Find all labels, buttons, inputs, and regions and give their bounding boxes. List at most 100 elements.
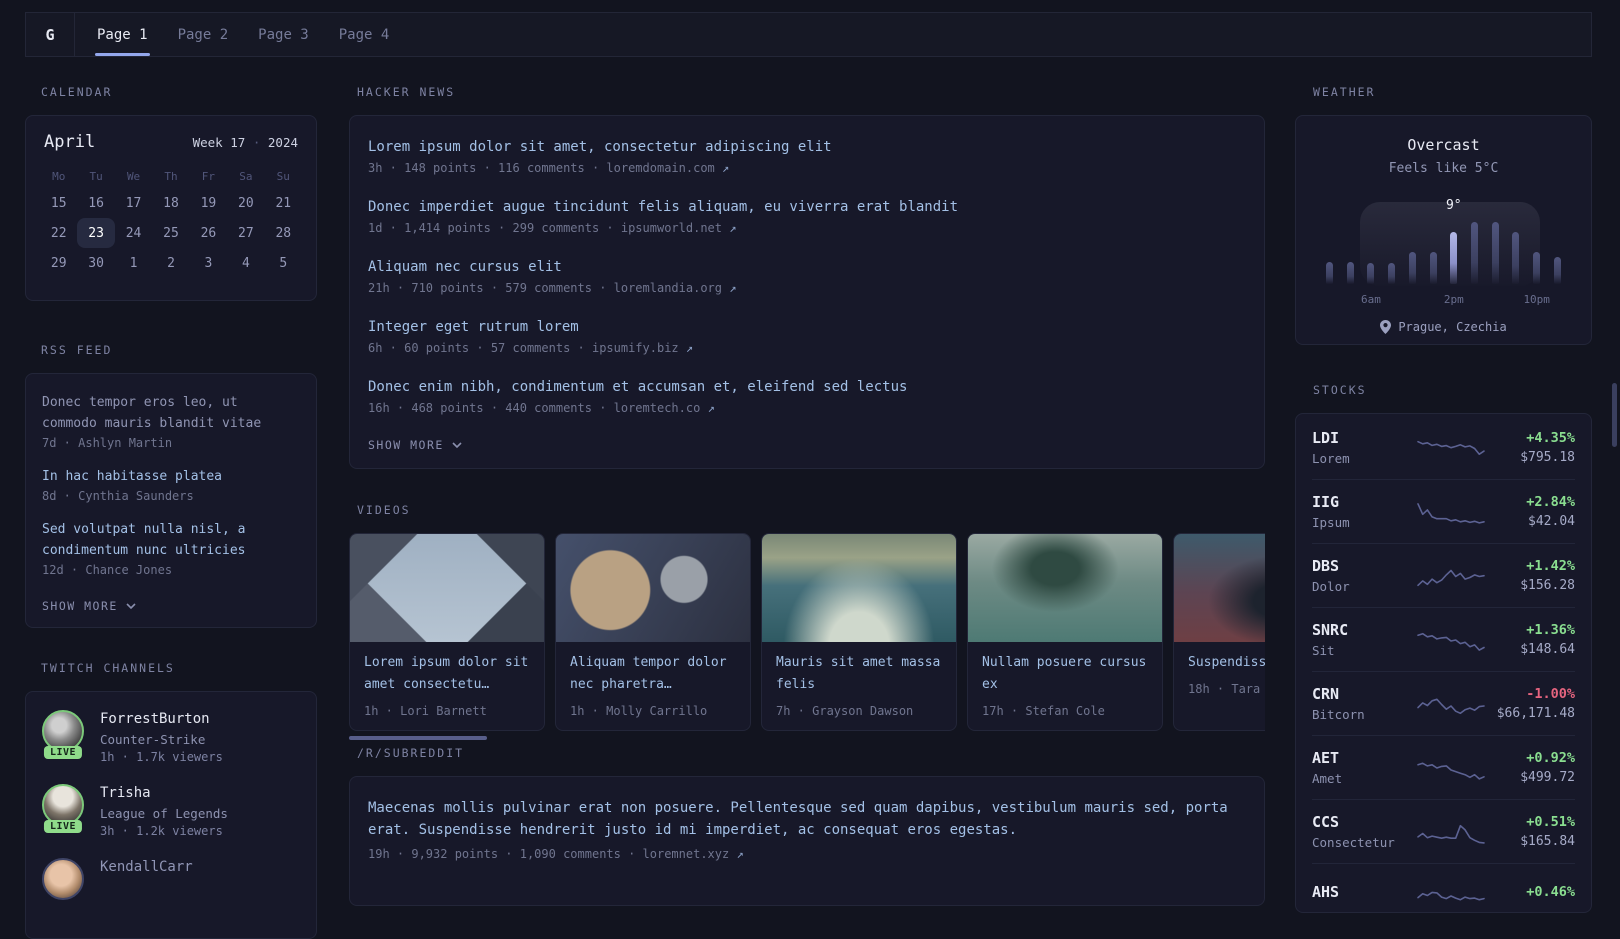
stock-row[interactable]: IIG Ipsum +2.84% $42.04 — [1312, 479, 1575, 543]
twitch-channel-name[interactable]: KendallCarr — [100, 858, 193, 876]
calendar-day[interactable]: 15 — [40, 188, 77, 218]
videos-scrollbar-track — [349, 736, 1265, 740]
twitch-channel-game: Counter-Strike — [100, 732, 206, 747]
calendar-day[interactable]: 4 — [227, 248, 264, 278]
video-title[interactable]: Aliquam tempor dolor nec pharetra… — [556, 642, 750, 696]
video-meta: 7h · Grayson Dawson — [776, 704, 914, 718]
calendar-day[interactable]: 26 — [190, 218, 227, 248]
tab-page-3[interactable]: Page 3 — [256, 13, 311, 56]
calendar-day[interactable]: 22 — [40, 218, 77, 248]
external-link-icon[interactable]: ↗ — [686, 341, 693, 355]
calendar-day[interactable]: 19 — [190, 188, 227, 218]
video-thumbnail[interactable] — [350, 534, 544, 642]
stock-row[interactable]: AET Amet +0.92% $499.72 — [1312, 735, 1575, 799]
stock-change: +4.35% — [1526, 430, 1575, 446]
video-card[interactable]: Mauris sit amet massa felis 7h · Grayson… — [761, 533, 957, 731]
weather-bar: 6am — [1361, 220, 1381, 306]
calendar-day[interactable]: 5 — [265, 248, 302, 278]
hn-item-meta: 3h · 148 points · 116 comments · loremdo… — [368, 161, 730, 175]
stock-row[interactable]: AHS +0.46% — [1312, 863, 1575, 924]
calendar-day[interactable]: 2 — [152, 248, 189, 278]
weather-bar-fill — [1408, 252, 1416, 284]
video-thumbnail[interactable] — [556, 534, 750, 642]
calendar-day[interactable]: 1 — [115, 248, 152, 278]
stock-row[interactable]: LDI Lorem +4.35% $795.18 — [1312, 416, 1575, 479]
calendar-day[interactable]: 29 — [40, 248, 77, 278]
calendar-day[interactable]: 24 — [115, 218, 152, 248]
calendar-day[interactable]: 3 — [190, 248, 227, 278]
rss-show-more-button[interactable]: SHOW MORE — [42, 599, 300, 613]
rss-item-title[interactable]: In hac habitasse platea — [42, 466, 300, 487]
twitch-channel-row[interactable]: LIVE ForrestBurton Counter-Strike 1h · 1… — [42, 710, 300, 764]
twitch-channel-row[interactable]: LIVE Trisha League of Legends 3h · 1.2k … — [42, 784, 300, 838]
videos-scrollbar-thumb[interactable] — [349, 736, 487, 740]
stock-symbol: IIG — [1312, 493, 1340, 511]
hn-item-title[interactable]: Donec imperdiet augue tincidunt felis al… — [368, 198, 1246, 216]
stock-name: Dolor — [1312, 579, 1350, 594]
external-link-icon[interactable]: ↗ — [729, 281, 736, 295]
subreddit-post-title[interactable]: Maecenas mollis pulvinar erat non posuer… — [368, 797, 1246, 841]
hn-item-title[interactable]: Lorem ipsum dolor sit amet, consectetur … — [368, 138, 1246, 156]
video-thumbnail[interactable] — [968, 534, 1162, 642]
hn-item-title[interactable]: Integer eget rutrum lorem — [368, 318, 1246, 336]
calendar-day[interactable]: 20 — [227, 188, 264, 218]
weather-bar-fill — [1450, 232, 1458, 284]
dashboard-page: { "icons": { "external_link": "↗" }, "he… — [0, 0, 1620, 939]
video-card[interactable]: Lorem ipsum dolor sit amet consectetu… 1… — [349, 533, 545, 731]
stock-row[interactable]: DBS Dolor +1.42% $156.28 — [1312, 543, 1575, 607]
video-thumbnail[interactable] — [1174, 534, 1265, 642]
external-link-icon[interactable]: ↗ — [708, 401, 715, 415]
calendar-week-label: Week 17 — [192, 135, 246, 150]
top-nav: G Page 1 Page 2 Page 3 Page 4 — [25, 12, 1592, 57]
calendar-day-grid: 15 16 17 18 19 20 21 22 23 24 25 26 27 28 29 30 1 2 3 4 5 — [40, 188, 302, 278]
calendar-day[interactable]: 30 — [77, 248, 114, 278]
video-card[interactable]: Aliquam tempor dolor nec pharetra… 1h · … — [555, 533, 751, 731]
calendar-day[interactable]: 21 — [265, 188, 302, 218]
twitch-channel-name[interactable]: Trisha — [100, 784, 228, 802]
video-card[interactable]: Suspendisse diam 18h · Tara — [1173, 533, 1265, 731]
hn-item-title[interactable]: Donec enim nibh, condimentum et accumsan… — [368, 378, 1246, 396]
stock-row[interactable]: SNRC Sit +1.36% $148.64 — [1312, 607, 1575, 671]
twitch-channel-row[interactable]: KendallCarr — [42, 858, 300, 900]
calendar-day[interactable]: 16 — [77, 188, 114, 218]
rss-item-meta: 12d · Chance Jones — [42, 563, 173, 577]
app-logo[interactable]: G — [26, 13, 75, 56]
calendar-day[interactable]: 28 — [265, 218, 302, 248]
calendar-card: April Week 17 · 2024 Mo Tu We Th Fr Sa Su 15 16… — [25, 115, 317, 301]
hn-show-more-button[interactable]: SHOW MORE — [368, 438, 1246, 452]
calendar-day[interactable]: 25 — [152, 218, 189, 248]
external-link-icon[interactable]: ↗ — [729, 221, 736, 235]
tab-page-4[interactable]: Page 4 — [337, 13, 392, 56]
video-title[interactable]: Nullam posuere cursus ex — [968, 642, 1162, 696]
video-title[interactable]: Lorem ipsum dolor sit amet consectetu… — [350, 642, 544, 696]
video-title[interactable]: Mauris sit amet massa felis — [762, 642, 956, 696]
stock-name: Lorem — [1312, 451, 1350, 466]
calendar-day[interactable]: 27 — [227, 218, 264, 248]
hacker-news-card: Lorem ipsum dolor sit amet, consectetur … — [349, 115, 1265, 469]
rss-item-title[interactable]: Donec tempor eros leo, ut commodo mauris… — [42, 392, 300, 434]
calendar-day[interactable]: 17 — [115, 188, 152, 218]
stocks-section-label: STOCKS — [1313, 383, 1367, 397]
stock-row[interactable]: CRN Bitcorn -1.00% $66,171.48 — [1312, 671, 1575, 735]
video-title[interactable]: Suspendisse diam — [1174, 642, 1265, 674]
hackernews-section-label: HACKER NEWS — [357, 85, 456, 99]
stock-row[interactable]: CCS Consectetur +0.51% $165.84 — [1312, 799, 1575, 863]
chevron-down-icon — [452, 442, 462, 449]
stock-change: +1.42% — [1526, 558, 1575, 574]
hn-item: Aliquam nec cursus elit 21h · 710 points… — [368, 258, 1246, 295]
hn-item-title[interactable]: Aliquam nec cursus elit — [368, 258, 1246, 276]
rss-item-title[interactable]: Sed volutpat nulla nisl, a condimentum n… — [42, 519, 300, 561]
tab-page-1[interactable]: Page 1 — [95, 13, 150, 56]
external-link-icon[interactable]: ↗ — [736, 847, 743, 861]
video-thumbnail[interactable] — [762, 534, 956, 642]
avatar — [42, 858, 84, 900]
video-card[interactable]: Nullam posuere cursus ex 17h · Stefan Co… — [967, 533, 1163, 731]
stock-change: +0.46% — [1526, 884, 1575, 900]
calendar-day[interactable]: 23 — [77, 218, 115, 248]
page-scrollbar-thumb[interactable] — [1612, 383, 1617, 447]
calendar-day[interactable]: 18 — [152, 188, 189, 218]
external-link-icon[interactable]: ↗ — [722, 161, 729, 175]
twitch-channel-name[interactable]: ForrestBurton — [100, 710, 223, 728]
tab-page-2[interactable]: Page 2 — [176, 13, 231, 56]
weekday-label: Fr — [201, 169, 216, 183]
